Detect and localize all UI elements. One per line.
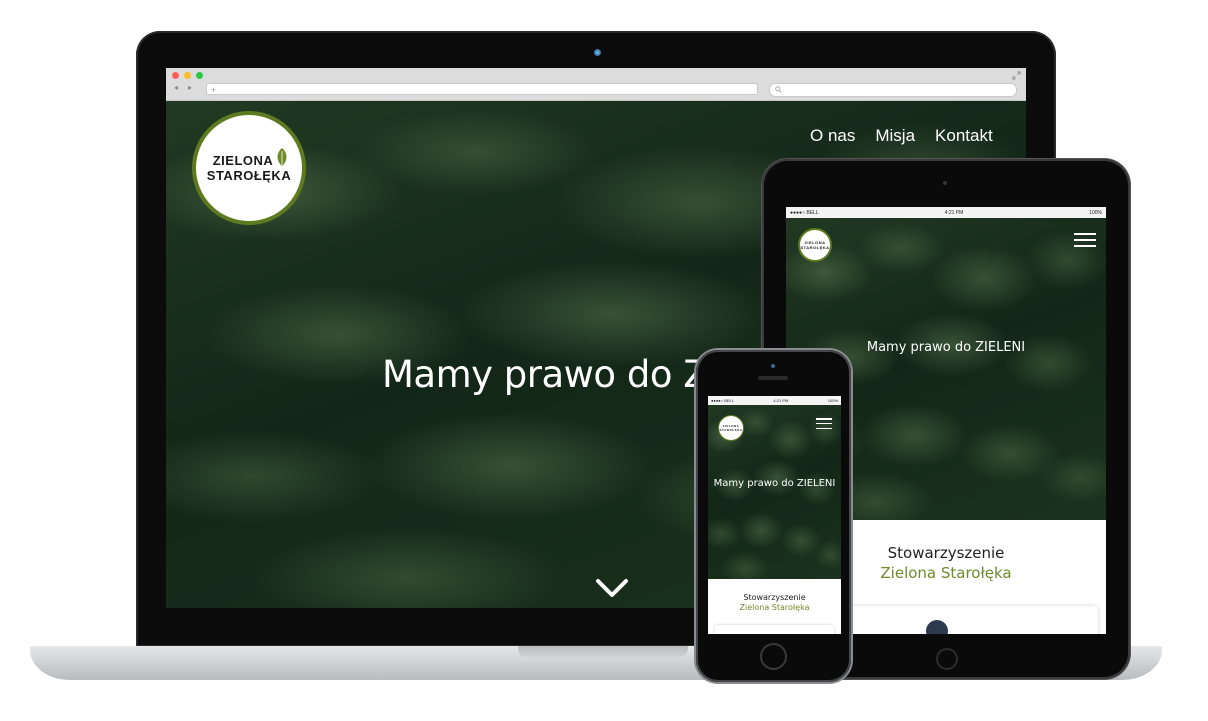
address-bar[interactable]: + [206,83,758,95]
phone-hero-title: Mamy prawo do ZIELENI [713,478,836,489]
hamburger-menu-icon[interactable] [1074,233,1096,247]
back-icon[interactable]: ◂ [174,83,178,92]
hamburger-menu-icon[interactable] [816,418,832,429]
logo-line-1: ZIELONA [212,153,274,168]
battery-label: 100% [1089,209,1102,216]
maximize-window-button[interactable] [196,72,203,79]
minimize-window-button[interactable] [184,72,191,79]
carrier-label: ●●●●○ BELL [790,209,819,216]
phone-home-button[interactable] [760,643,787,670]
nav-item-o-nas[interactable]: O nas [810,126,855,146]
plus-icon: + [211,85,217,95]
org-name-line-1: Stowarzyszenie [743,593,806,602]
clock-label: 4:21 PM [773,398,789,403]
nav-item-misja[interactable]: Misja [875,126,915,146]
tablet-home-button[interactable] [936,648,958,670]
tablet-camera [943,181,947,185]
close-window-button[interactable] [172,72,179,79]
tablet-logo[interactable]: ZIELONA STAROŁĘKA [798,228,832,262]
phone-logo[interactable]: ZIELONA STAROŁĘKA [718,415,744,441]
battery-label: 100% [827,398,838,403]
nav-item-kontakt[interactable]: Kontakt [935,126,993,146]
logo-line-2: STAROŁĘKA [800,245,830,250]
leaf-icon [277,148,287,166]
info-card [715,625,834,634]
logo-line-2: STAROŁĘKA [206,168,292,183]
phone-screen: ●●●●○ BELL 4:21 PM 100% ZIELONA STAROŁĘK… [708,396,841,634]
phone-status-bar: ●●●●○ BELL 4:21 PM 100% [708,396,841,405]
fullscreen-icon[interactable] [1012,71,1021,80]
hero-title: Mamy prawo do Z [382,353,709,396]
browser-search-field[interactable] [769,83,1017,97]
phone-speaker [758,376,788,380]
magnifier-icon [775,86,782,93]
chevron-down-icon[interactable] [595,577,629,599]
laptop-notch [518,646,688,658]
browser-toolbar: ◂ ▸ + [166,68,1026,101]
laptop-camera [594,49,601,56]
info-card [848,606,1098,634]
clock-label: 4:21 PM [944,209,964,216]
forward-icon[interactable]: ▸ [188,83,192,92]
site-logo[interactable]: ZIELONA STAROŁĘKA [192,111,306,225]
phone-about-section: Stowarzyszenie Zielona Starołęka [708,579,841,634]
phone-hero: ZIELONA STAROŁĘKA Mamy prawo do ZIELENI [708,405,841,579]
org-name-line-2: Zielona Starołęka [739,603,810,612]
logo-line-2: STAROŁĘKA [719,428,743,432]
main-nav: O nas Misja Kontakt [810,126,993,146]
phone-camera [771,364,775,368]
tablet-status-bar: ●●●●○ BELL 4:21 PM 100% [786,207,1106,218]
carrier-label: ●●●●○ BELL [711,398,734,403]
